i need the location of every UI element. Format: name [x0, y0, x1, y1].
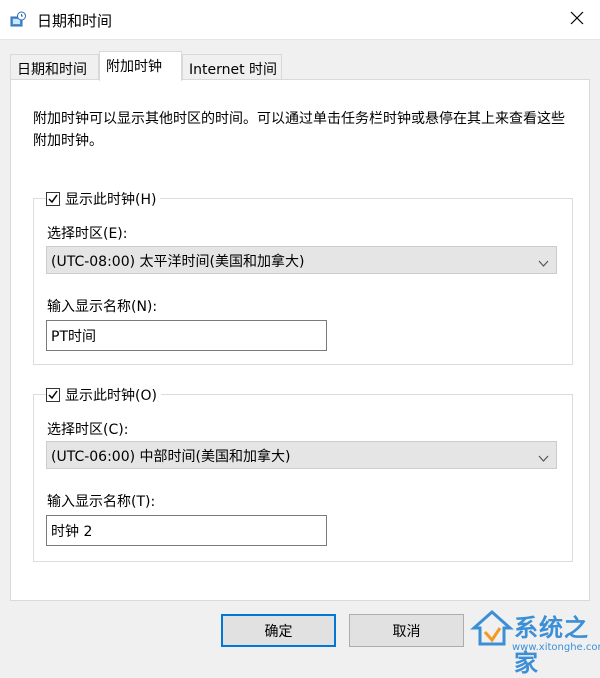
clock2-name-input[interactable]: 时钟 2 — [46, 515, 327, 546]
chevron-down-icon — [538, 256, 549, 267]
watermark-url: www.xitonghe.com — [512, 642, 600, 653]
house-logo-icon — [470, 609, 514, 646]
window-title: 日期和时间 — [37, 12, 113, 30]
watermark-logo: 系统之家 www.xitonghe.com — [468, 600, 600, 677]
clock1-name-input[interactable]: PT时间 — [46, 320, 327, 351]
clock2-timezone-value: (UTC-06:00) 中部时间(美国和加拿大) — [51, 449, 291, 465]
clock1-legend[interactable]: 显示此时钟(H) — [46, 189, 161, 209]
cancel-button[interactable]: 取消 — [349, 614, 464, 647]
clock1-timezone-select[interactable]: (UTC-08:00) 太平洋时间(美国和加拿大) — [46, 246, 557, 274]
title-bar: 日期和时间 — [0, 0, 600, 40]
chevron-down-icon — [538, 451, 549, 462]
checkmark-icon — [48, 194, 58, 204]
tab-internet-time[interactable]: Internet 时间 — [182, 54, 282, 80]
tab-panel: 附加时钟可以显示其他时区的时间。可以通过单击任务栏时钟或悬停在其上来查看这些附加… — [10, 79, 590, 601]
clock1-name-label: 输入显示名称(N): — [47, 299, 158, 315]
clock2-group: 显示此时钟(O) 选择时区(C): (UTC-06:00) 中部时间(美国和加拿… — [33, 385, 573, 562]
clock2-checkbox-label: 显示此时钟(O) — [65, 388, 157, 404]
clock1-name-value: PT时间 — [51, 329, 96, 345]
tab-additional-clocks[interactable]: 附加时钟 — [99, 51, 182, 81]
clock1-timezone-value: (UTC-08:00) 太平洋时间(美国和加拿大) — [51, 254, 305, 270]
clock2-timezone-label: 选择时区(C): — [47, 422, 129, 438]
clock2-legend[interactable]: 显示此时钟(O) — [46, 385, 161, 405]
description-text: 附加时钟可以显示其他时区的时间。可以通过单击任务栏时钟或悬停在其上来查看这些附加… — [33, 111, 565, 149]
clock2-timezone-select[interactable]: (UTC-06:00) 中部时间(美国和加拿大) — [46, 441, 557, 469]
clock2-name-value: 时钟 2 — [51, 524, 93, 540]
clock2-name-label: 输入显示名称(T): — [47, 494, 156, 510]
ok-button[interactable]: 确定 — [221, 614, 336, 647]
clock1-timezone-label: 选择时区(E): — [47, 226, 128, 242]
clock1-checkbox[interactable] — [46, 192, 60, 206]
close-icon — [570, 11, 584, 29]
clock-app-icon — [9, 11, 27, 29]
checkmark-icon — [48, 390, 58, 400]
clock1-checkbox-label: 显示此时钟(H) — [65, 192, 157, 208]
clock1-group: 显示此时钟(H) 选择时区(E): (UTC-08:00) 太平洋时间(美国和加… — [33, 189, 573, 365]
clock2-checkbox[interactable] — [46, 388, 60, 402]
close-button[interactable] — [554, 0, 600, 40]
tab-date-time[interactable]: 日期和时间 — [10, 54, 99, 80]
